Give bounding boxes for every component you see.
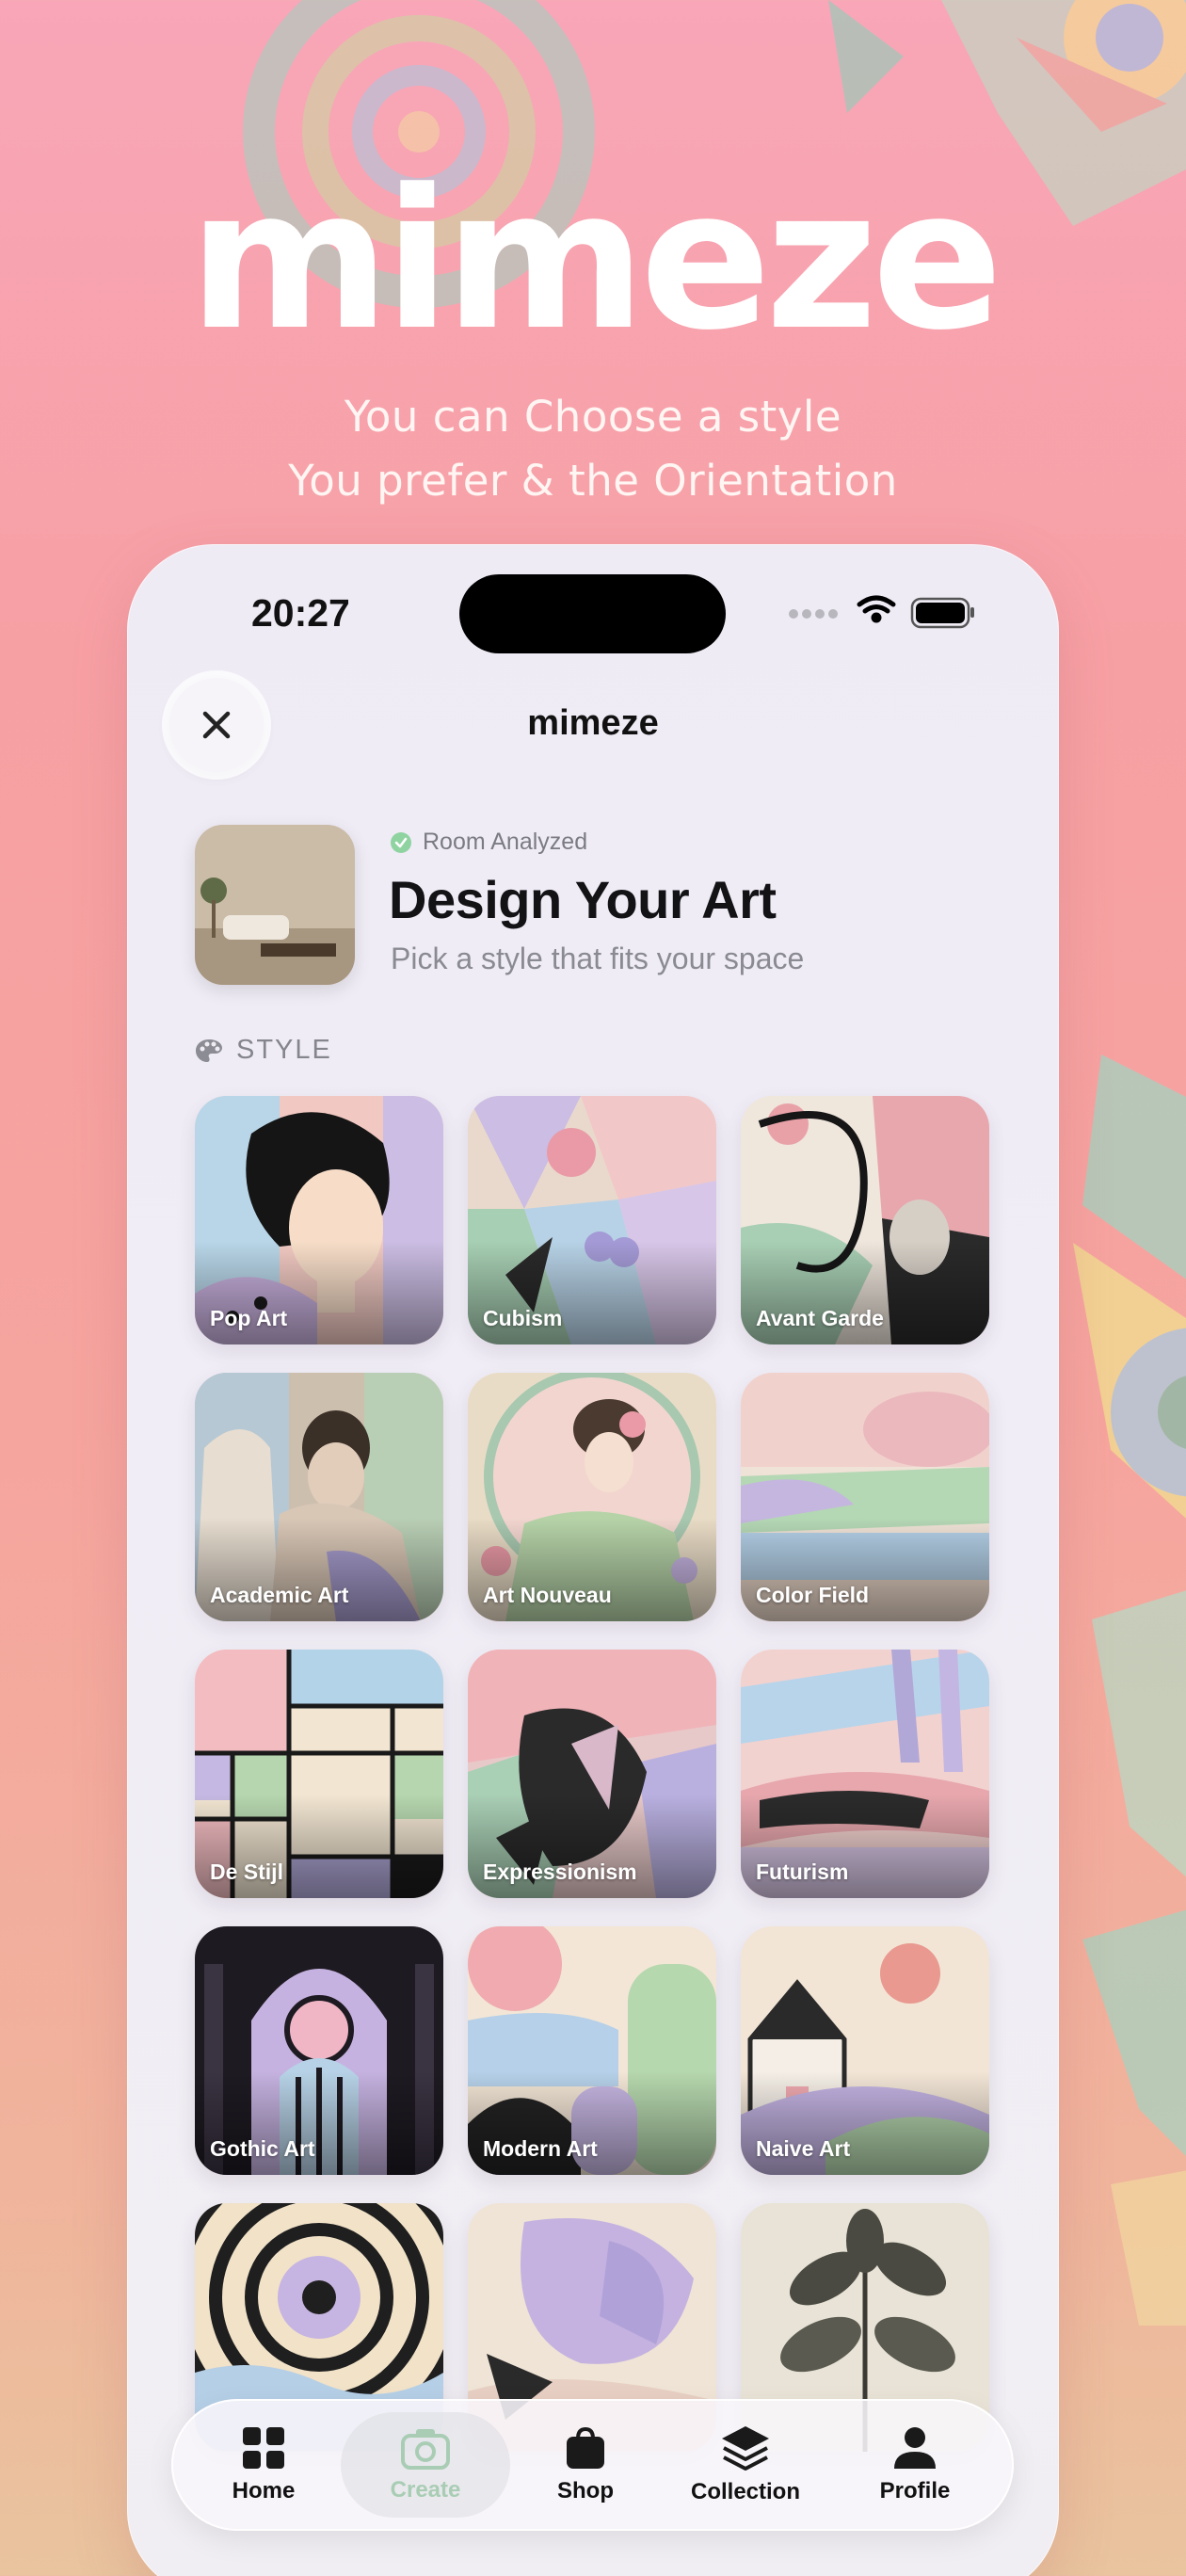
cellular-dots-icon	[789, 609, 838, 619]
style-tile-avant-garde[interactable]: Avant Garde	[741, 1096, 989, 1344]
style-tile-label: Cubism	[483, 1306, 563, 1330]
style-tile-label: Expressionism	[483, 1860, 637, 1884]
style-tile-label: Color Field	[756, 1583, 870, 1607]
style-tile-label: Avant Garde	[756, 1306, 884, 1330]
style-label-text: STYLE	[236, 1035, 332, 1065]
style-tile-gothic-art[interactable]: Gothic Art	[195, 1926, 443, 2175]
tab-bar: Home Create Shop Collection Profile	[171, 2399, 1014, 2531]
tab-profile[interactable]: Profile	[830, 2412, 1000, 2518]
tab-collection[interactable]: Collection	[661, 2412, 830, 2518]
page-subtitle: Pick a style that fits your space	[391, 942, 805, 975]
style-tile-color-field[interactable]: Color Field	[741, 1373, 989, 1621]
room-thumbnail	[195, 825, 355, 985]
style-tile-label: Academic Art	[210, 1583, 349, 1607]
side-decoration	[1073, 1055, 1186, 2326]
style-tile-label: Pop Art	[210, 1306, 288, 1330]
hero-subtitle-line1: You can Choose a style	[344, 392, 842, 442]
room-analyzed-badge: Room Analyzed	[391, 829, 587, 856]
style-tile-naive-art[interactable]: Naive Art	[741, 1926, 989, 2175]
page-title: Design Your Art	[389, 870, 777, 929]
layers-icon	[722, 2426, 769, 2471]
brand-title: mimeze	[188, 149, 1003, 373]
style-tile-academic-art[interactable]: Academic Art	[195, 1373, 443, 1621]
hero-subtitle-line2: You prefer & the Orientation	[288, 456, 898, 506]
style-tile-label: De Stijl	[210, 1860, 283, 1884]
dynamic-island	[459, 574, 726, 653]
tab-create-label: Create	[390, 2477, 461, 2503]
wifi-icon	[857, 595, 896, 623]
style-tile-pop-art[interactable]: Pop Art	[195, 1096, 443, 1344]
room-analyzed-text: Room Analyzed	[423, 829, 588, 855]
style-tile-label: Naive Art	[756, 2136, 851, 2161]
status-icons	[789, 595, 974, 629]
status-time: 20:27	[251, 591, 350, 635]
style-tile-cubism[interactable]: Cubism	[468, 1096, 716, 1344]
tab-collection-label: Collection	[690, 2479, 800, 2504]
nav-title: mimeze	[527, 703, 659, 743]
style-tile-modern-art[interactable]: Modern Art	[468, 1926, 716, 2175]
tab-shop-label: Shop	[557, 2478, 614, 2504]
style-tile-label: Art Nouveau	[483, 1583, 612, 1607]
style-tile-futurism[interactable]: Futurism	[741, 1650, 989, 1898]
style-section-label: STYLE	[195, 1035, 332, 1066]
person-icon	[894, 2427, 936, 2469]
tab-home-label: Home	[232, 2478, 296, 2504]
grid-icon	[243, 2427, 284, 2469]
tab-home[interactable]: Home	[179, 2412, 348, 2518]
palette-icon	[196, 1038, 222, 1062]
tab-shop[interactable]: Shop	[501, 2412, 670, 2518]
style-tile-label: Gothic Art	[210, 2136, 315, 2161]
style-tile-art-nouveau[interactable]: Art Nouveau	[468, 1373, 716, 1621]
phone-screen: 20:27 mimeze Room Analyzed Design Your A…	[127, 544, 1059, 2576]
tab-create[interactable]: Create	[341, 2412, 510, 2518]
style-tile-de-stijl[interactable]: De Stijl	[195, 1650, 443, 1898]
tab-profile-label: Profile	[879, 2478, 951, 2504]
battery-icon	[910, 597, 974, 629]
shopping-bag-icon	[567, 2426, 604, 2469]
camera-icon	[401, 2429, 450, 2470]
style-tile-label: Futurism	[756, 1860, 849, 1884]
check-circle-icon	[391, 831, 411, 853]
style-tile-expressionism[interactable]: Expressionism	[468, 1650, 716, 1898]
style-tile-label: Modern Art	[483, 2136, 598, 2161]
